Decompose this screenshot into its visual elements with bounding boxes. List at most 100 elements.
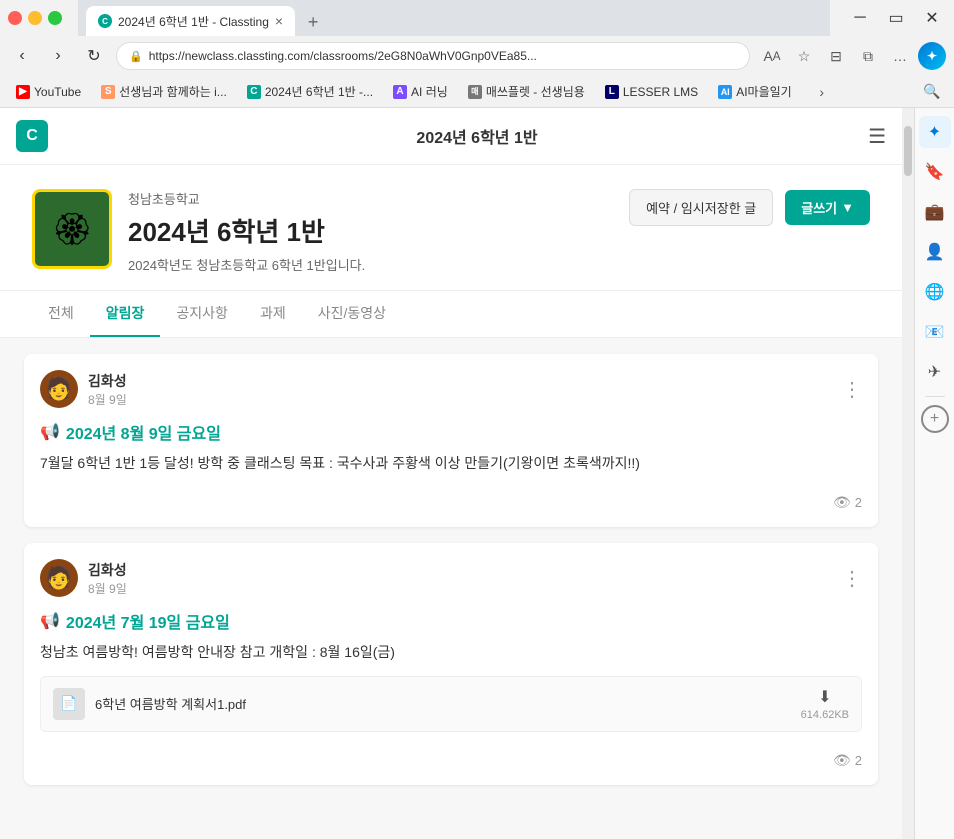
sidebar-globe-icon[interactable]: 🌐 — [919, 276, 951, 308]
main-layout: C 2024년 6학년 1반 ☰ 🏵 청남초등학교 2024년 6학년 1반 2… — [0, 108, 954, 839]
restore-button[interactable]: ▭ — [882, 4, 910, 32]
post-more-button-2[interactable]: ⋮ — [842, 566, 862, 591]
classting-header: C 2024년 6학년 1반 ☰ — [0, 108, 902, 165]
more-button[interactable]: … — [886, 42, 914, 70]
title-bar: C 2024년 6학년 1반 - Classting × + ─ ▭ ✕ — [0, 0, 954, 36]
tab-all[interactable]: 전체 — [32, 291, 90, 337]
view-count-2: 👁 2 — [833, 752, 862, 769]
minimize-button[interactable]: ─ — [846, 4, 874, 32]
sidebar-briefcase-icon[interactable]: 💼 — [919, 196, 951, 228]
sidebar-telegram-icon[interactable]: ✈ — [919, 356, 951, 388]
header-menu-button[interactable]: ☰ — [868, 124, 886, 149]
class-actions: 예약 / 임시저장한 글 글쓰기 ▼ — [629, 189, 870, 226]
new-tab-button[interactable]: + — [299, 8, 327, 36]
back-button[interactable]: ‹ — [8, 42, 36, 70]
browser-toolbar: AA ☆ ⊟ ⧉ … ✦ — [758, 42, 946, 70]
attachment-1[interactable]: 📄 6학년 여름방학 계획서1.pdf ⬇ 614.62KB — [40, 676, 862, 732]
scrollbar[interactable] — [902, 108, 914, 839]
post-body-2: 청남초 여름방학! 여름방학 안내장 참고 개학일 : 8월 16일(금) — [40, 641, 862, 663]
minimize-window-button[interactable] — [28, 11, 42, 25]
post-footer-2: 👁 2 — [40, 744, 862, 769]
address-bar: ‹ › ↻ 🔒 https://newclass.classting.com/c… — [0, 36, 954, 76]
post-more-button-1[interactable]: ⋮ — [842, 377, 862, 402]
bookmark-ai[interactable]: A AI 러닝 — [385, 81, 456, 102]
sidebar-search-button[interactable]: 🔍 — [918, 78, 946, 106]
forward-button[interactable]: › — [44, 42, 72, 70]
draft-button[interactable]: 예약 / 임시저장한 글 — [629, 189, 773, 226]
bookmark-youtube-label: YouTube — [34, 85, 81, 99]
bookmark-classting2[interactable]: C 2024년 6학년 1반 -... — [239, 81, 381, 102]
download-button[interactable]: ⬇ — [818, 687, 831, 707]
active-tab[interactable]: C 2024년 6학년 1반 - Classting × — [86, 6, 295, 36]
close-button[interactable]: ✕ — [918, 4, 946, 32]
post-body-1: 7월달 6학년 1반 1등 달성! 방학 중 클래스팅 목표 : 국수사과 주황… — [40, 452, 862, 474]
matss-favicon: 매 — [468, 85, 482, 99]
sidebar-divider — [925, 396, 945, 397]
classting-page-title: 2024년 6학년 1반 — [416, 124, 537, 148]
post-date-1: 8월 9일 — [88, 391, 842, 408]
aimaul-favicon: AI — [718, 85, 732, 99]
view-count-1: 👁 2 — [833, 494, 862, 511]
class-name-heading: 2024년 6학년 1반 — [128, 212, 629, 249]
sidebar-person-icon[interactable]: 👤 — [919, 236, 951, 268]
class-info: 청남초등학교 2024년 6학년 1반 2024학년도 청남초등학교 6학년 1… — [128, 189, 629, 274]
ssl-lock-icon: 🔒 — [129, 50, 143, 63]
post-author-1: 김화성 — [88, 371, 842, 391]
post-title-icon-1: 📢 — [40, 422, 60, 442]
bookmark-aimaul-label: AI마을일기 — [736, 83, 792, 100]
school-name: 청남초등학교 — [128, 189, 629, 208]
sidebar-add-button[interactable]: + — [921, 405, 949, 433]
scroll-thumb[interactable] — [904, 126, 912, 176]
tab-title: 2024년 6학년 1반 - Classting — [118, 13, 269, 30]
write-button[interactable]: 글쓰기 ▼ — [785, 190, 870, 225]
tab-close-button[interactable]: × — [275, 13, 283, 29]
download-area: ⬇ 614.62KB — [801, 687, 849, 721]
classting-tabs: 전체 알림장 공지사항 과제 사진/동영상 — [0, 291, 902, 338]
seon-favicon: S — [101, 85, 115, 99]
bookmark-lesser-label: LESSER LMS — [623, 85, 698, 99]
close-window-button[interactable] — [8, 11, 22, 25]
sidebar-favorites-icon[interactable]: 🔖 — [919, 156, 951, 188]
bookmark-seon[interactable]: S 선생님과 함께하는 i... — [93, 81, 235, 102]
window-controls — [8, 11, 62, 25]
post-card-1: 🧑 김화성 8월 9일 ⋮ 📢 2024년 8월 9일 금요일 7월달 6학년 … — [24, 354, 878, 527]
bookmark-aimaul[interactable]: AI AI마을일기 — [710, 81, 800, 102]
reader-view-button[interactable]: ⊟ — [822, 42, 850, 70]
view-number-1: 2 — [855, 495, 862, 510]
sidebar-outlook-icon[interactable]: 📧 — [919, 316, 951, 348]
post-header-2: 🧑 김화성 8월 9일 ⋮ — [40, 559, 862, 597]
bookmark-ai-label: AI 러닝 — [411, 83, 448, 100]
refresh-button[interactable]: ↻ — [80, 42, 108, 70]
url-text: https://newclass.classting.com/classroom… — [149, 49, 737, 63]
tab-announcement[interactable]: 공지사항 — [160, 291, 244, 337]
view-icon-2: 👁 — [833, 752, 851, 769]
tab-notice[interactable]: 알림장 — [90, 291, 161, 337]
maximize-window-button[interactable] — [48, 11, 62, 25]
more-bookmarks-button[interactable]: › — [808, 78, 836, 106]
url-bar[interactable]: 🔒 https://newclass.classting.com/classro… — [116, 42, 750, 70]
post-title-1: 📢 2024년 8월 9일 금요일 — [40, 420, 862, 444]
post-meta-1: 김화성 8월 9일 — [88, 371, 842, 408]
post-card-2: 🧑 김화성 8월 9일 ⋮ 📢 2024년 7월 19일 금요일 청남초 여름방… — [24, 543, 878, 784]
ai-favicon: A — [393, 85, 407, 99]
tab-homework[interactable]: 과제 — [244, 291, 302, 337]
class-hero: 🏵 청남초등학교 2024년 6학년 1반 2024학년도 청남초등학교 6학년… — [0, 165, 902, 291]
tab-bar: C 2024년 6학년 1반 - Classting × + — [78, 0, 830, 36]
attachment-filename: 6학년 여름방학 계획서1.pdf — [95, 694, 801, 713]
tab-media[interactable]: 사진/동영상 — [302, 291, 402, 337]
post-date-2: 8월 9일 — [88, 580, 842, 597]
bookmark-matss[interactable]: 매 매쓰플렛 - 선생님용 — [460, 81, 593, 102]
post-avatar-2: 🧑 — [40, 559, 78, 597]
file-size: 614.62KB — [801, 709, 849, 721]
edge-copilot-icon[interactable]: ✦ — [918, 42, 946, 70]
bookmark-lesser[interactable]: L LESSER LMS — [597, 83, 706, 101]
bookmark-matss-label: 매쓰플렛 - 선생님용 — [486, 83, 585, 100]
favorites-button[interactable]: ☆ — [790, 42, 818, 70]
translate-button[interactable]: AA — [758, 42, 786, 70]
split-button[interactable]: ⧉ — [854, 42, 882, 70]
lesser-favicon: L — [605, 85, 619, 99]
post-footer-1: 👁 2 — [40, 486, 862, 511]
bookmark-youtube[interactable]: ▶ YouTube — [8, 83, 89, 101]
sidebar-copilot-icon[interactable]: ✦ — [919, 116, 951, 148]
post-avatar-1: 🧑 — [40, 370, 78, 408]
